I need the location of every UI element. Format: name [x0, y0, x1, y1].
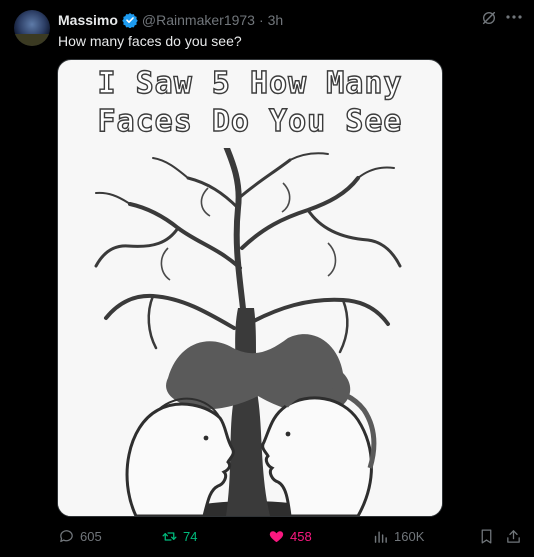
like-button[interactable]: 458 — [268, 528, 312, 545]
repost-button[interactable]: 74 — [161, 528, 197, 545]
tree-faces-illustration — [58, 148, 442, 516]
share-button[interactable] — [505, 528, 522, 545]
tweet-header: Massimo @Rainmaker1973 · 3h — [58, 11, 474, 29]
meme-title-line1: I Saw 5 How Many — [97, 65, 403, 101]
share-icon — [507, 530, 520, 543]
post-time[interactable]: 3h — [268, 12, 284, 28]
bookmark-icon — [481, 529, 492, 544]
reply-count: 605 — [80, 529, 102, 544]
meme-title-line2: Faces Do You See — [97, 103, 403, 139]
grok-icon[interactable] — [481, 10, 497, 26]
verified-badge-icon — [122, 13, 138, 28]
bookmark-button[interactable] — [478, 528, 495, 545]
views-button[interactable]: 160K — [372, 528, 424, 545]
tweet[interactable]: Massimo @Rainmaker1973 · 3h How many fac… — [0, 0, 534, 557]
repost-icon — [162, 532, 177, 541]
avatar[interactable] — [14, 10, 50, 46]
reply-icon — [60, 530, 73, 543]
views-count: 160K — [394, 529, 425, 544]
separator-dot: · — [258, 12, 264, 28]
author-handle[interactable]: @Rainmaker1973 — [142, 12, 255, 28]
author-name[interactable]: Massimo — [58, 12, 118, 28]
like-count: 458 — [290, 529, 312, 544]
post-text: How many faces do you see? — [58, 33, 242, 49]
views-icon — [374, 531, 387, 543]
repost-count: 74 — [183, 529, 198, 544]
more-options-icon[interactable] — [505, 7, 523, 27]
post-image[interactable]: I Saw 5 How Many Faces Do You See — [57, 59, 443, 517]
heart-icon — [269, 531, 284, 543]
action-bar: 605 74 458 160K — [0, 528, 534, 548]
reply-button[interactable]: 605 — [58, 528, 102, 545]
